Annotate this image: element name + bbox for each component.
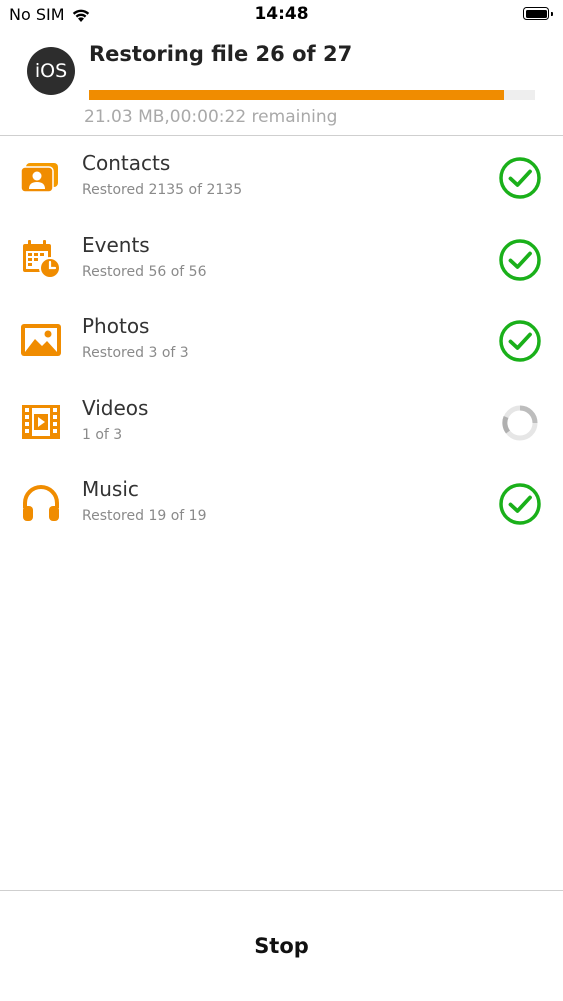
list-item-title: Photos xyxy=(82,314,150,339)
check-circle-icon xyxy=(499,320,541,362)
photo-icon xyxy=(21,324,61,357)
list-item-photos: Photos Restored 3 of 3 xyxy=(0,300,563,382)
list-item-subtitle: 1 of 3 xyxy=(82,426,123,443)
list-item-subtitle: Restored 2135 of 2135 xyxy=(82,182,243,198)
battery-icon xyxy=(523,7,553,20)
restore-category-list: Contacts Restored 2135 of 2135 Events Re… xyxy=(0,137,563,545)
bottom-bar: Stop xyxy=(0,890,563,1001)
list-item-videos: Videos 1 of 3 xyxy=(0,382,563,464)
list-item-title: Events xyxy=(82,232,150,257)
loading-spinner-icon xyxy=(502,405,538,441)
check-circle-icon xyxy=(499,238,541,281)
list-item-subtitle: Restored 3 of 3 xyxy=(82,345,189,362)
list-item-subtitle: Restored 19 of 19 xyxy=(82,508,207,525)
calendar-icon xyxy=(23,239,61,279)
list-item-music: Music Restored 19 of 19 xyxy=(0,463,563,545)
status-bar: No SIM 14:48 xyxy=(0,0,563,30)
device-avatar: iOS xyxy=(27,47,75,95)
video-icon xyxy=(22,404,60,439)
list-item-title: Music xyxy=(82,477,139,502)
clock: 14:48 xyxy=(254,4,309,24)
headphones-icon xyxy=(23,485,59,522)
stop-button[interactable]: Stop xyxy=(0,891,563,1001)
list-item-title: Videos xyxy=(82,395,149,420)
progress-remaining-text: 21.03 MB,00:00:22 remaining xyxy=(84,107,338,127)
check-circle-icon xyxy=(499,483,541,526)
restore-header: iOS Restoring file 26 of 27 21.03 MB,00:… xyxy=(0,30,563,136)
list-item-subtitle: Restored 56 of 56 xyxy=(82,263,207,280)
list-item-title: Contacts xyxy=(82,151,171,175)
check-circle-icon xyxy=(499,157,541,199)
restore-progress-bar xyxy=(89,90,535,100)
page-title: Restoring file 26 of 27 xyxy=(89,42,353,66)
restore-progress-fill xyxy=(89,90,504,100)
list-item-events: Events Restored 56 of 56 xyxy=(0,219,563,301)
contacts-icon xyxy=(20,163,58,193)
list-item-contacts: Contacts Restored 2135 of 2135 xyxy=(0,137,563,219)
